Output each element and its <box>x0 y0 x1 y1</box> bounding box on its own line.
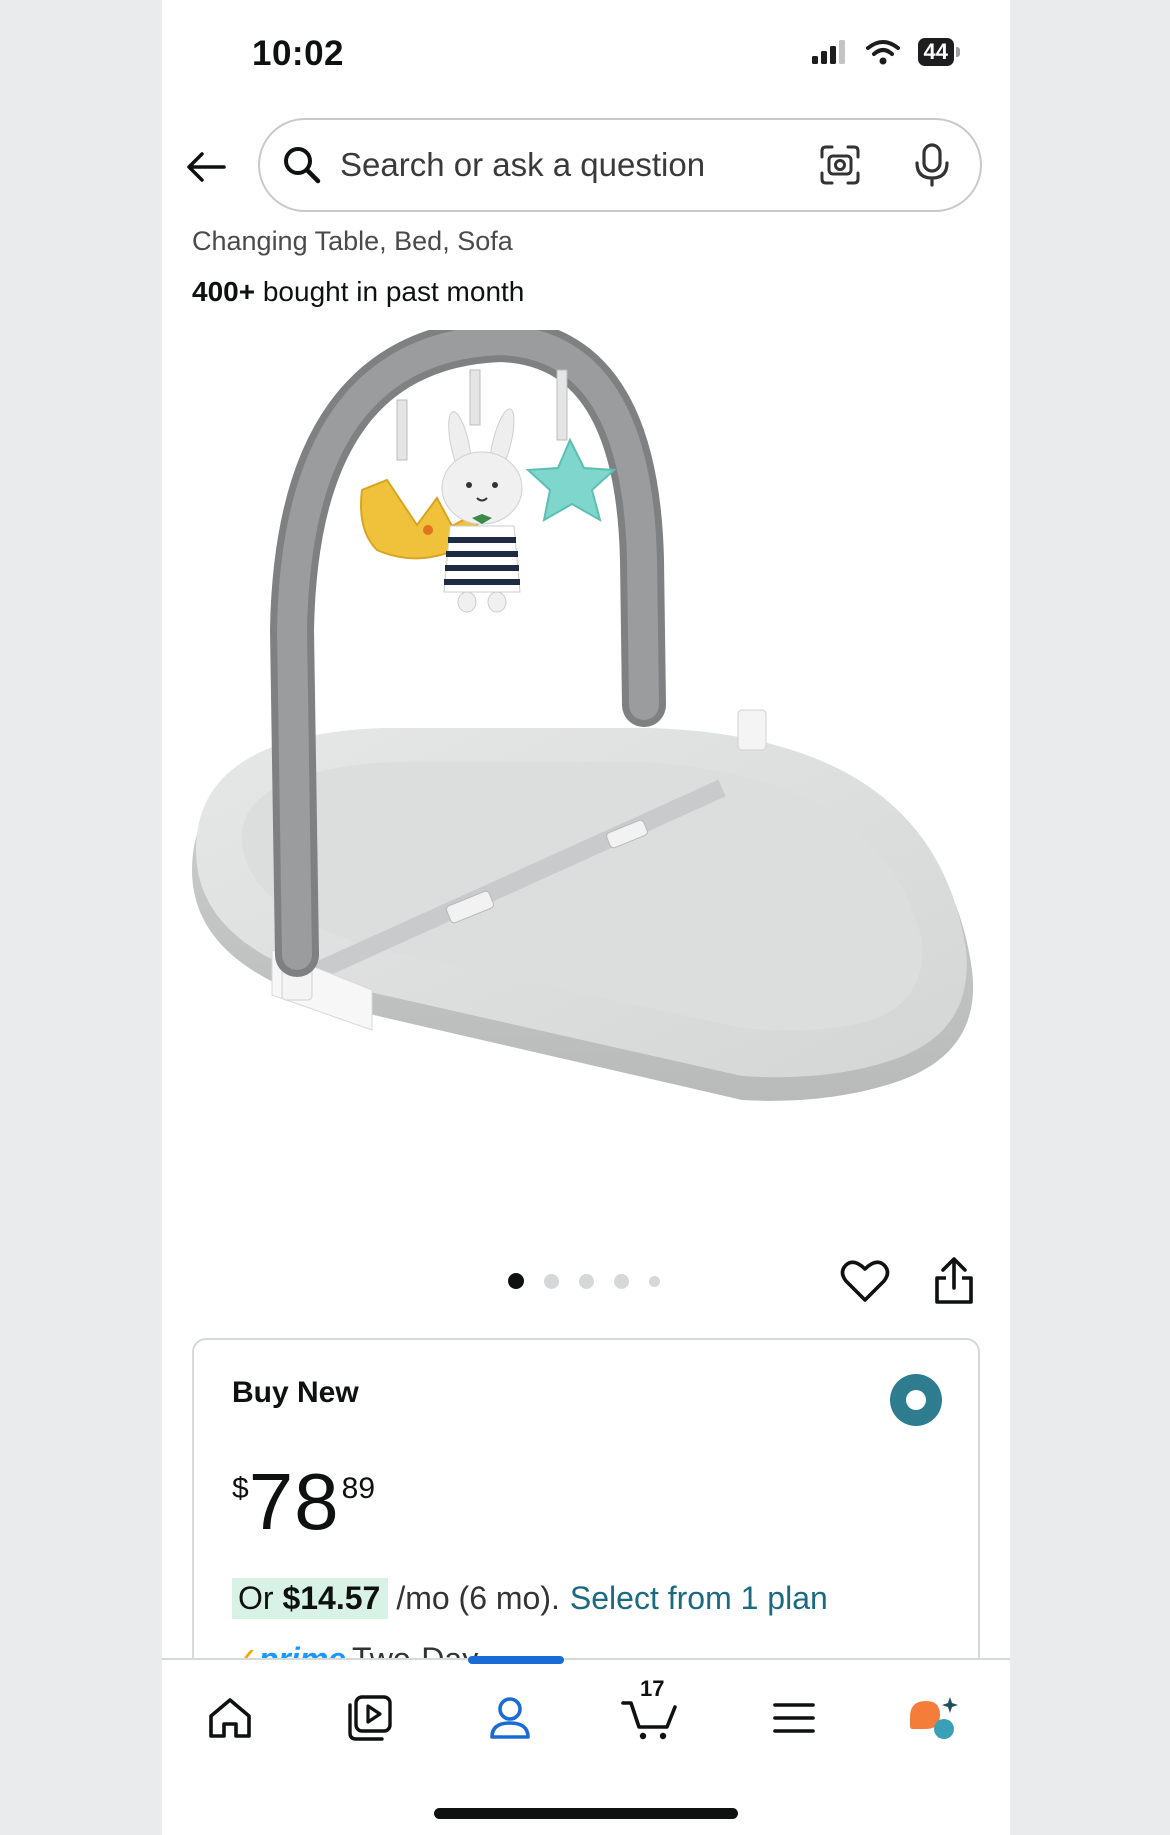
status-time: 10:02 <box>252 34 345 73</box>
product-image[interactable] <box>182 330 990 1210</box>
carousel-dots[interactable] <box>508 1273 660 1289</box>
carousel-dot[interactable] <box>508 1273 524 1289</box>
search-icon <box>284 147 321 184</box>
search-input[interactable]: Search or ask a question <box>340 146 818 184</box>
installment-highlight: Or $14.57 <box>232 1578 389 1619</box>
camera-lens-icon[interactable] <box>818 143 862 187</box>
signal-icon <box>811 40 845 64</box>
microphone-icon[interactable] <box>912 143 952 187</box>
product-subtitle: Changing Table, Bed, Sofa <box>192 226 513 256</box>
share-icon[interactable] <box>932 1256 976 1306</box>
rufus-icon[interactable] <box>904 1688 964 1748</box>
bought-in-past-month: 400+ bought in past month <box>192 276 524 308</box>
heart-icon[interactable] <box>840 1258 890 1304</box>
account-icon[interactable] <box>480 1688 540 1748</box>
carousel-dot[interactable] <box>649 1275 660 1287</box>
cart-count: 17 <box>640 1676 665 1701</box>
back-arrow-icon[interactable] <box>184 145 228 189</box>
installment-row: Or $14.57 /mo (6 mo). Select from 1 plan <box>232 1578 828 1619</box>
menu-icon[interactable] <box>764 1688 824 1748</box>
buy-new-radio[interactable] <box>890 1374 942 1426</box>
carousel-dot[interactable] <box>614 1273 629 1289</box>
battery-icon: 44 <box>917 38 960 66</box>
cart-icon[interactable]: 17 <box>620 1676 680 1748</box>
home-indicator <box>434 1808 738 1819</box>
installment-terms: /mo (6 mo). <box>396 1580 560 1616</box>
phone-screen: 10:02 44 Search or ask a question Changi… <box>162 0 1010 1835</box>
bought-suffix: bought in past month <box>255 276 525 307</box>
select-plan-link[interactable]: Select from 1 plan <box>570 1580 828 1617</box>
status-icons: 44 <box>811 38 960 66</box>
video-icon[interactable] <box>340 1688 400 1748</box>
installment-amount: $14.57 <box>282 1580 381 1616</box>
home-icon[interactable] <box>200 1688 260 1748</box>
price: $ 78 89 <box>232 1462 375 1542</box>
price-whole: 78 <box>248 1457 340 1546</box>
buy-new-title: Buy New <box>232 1376 359 1409</box>
bought-count: 400+ <box>192 276 256 307</box>
carousel-dot[interactable] <box>544 1273 559 1289</box>
search-bar[interactable]: Search or ask a question <box>258 118 982 212</box>
bottom-nav: 17 <box>162 1656 1010 1835</box>
wifi-icon <box>865 40 900 65</box>
price-fraction: 89 <box>341 1472 376 1505</box>
price-currency: $ <box>232 1472 249 1505</box>
battery-level: 44 <box>917 38 954 66</box>
nav-active-indicator <box>468 1656 564 1664</box>
carousel-dot[interactable] <box>579 1273 594 1289</box>
